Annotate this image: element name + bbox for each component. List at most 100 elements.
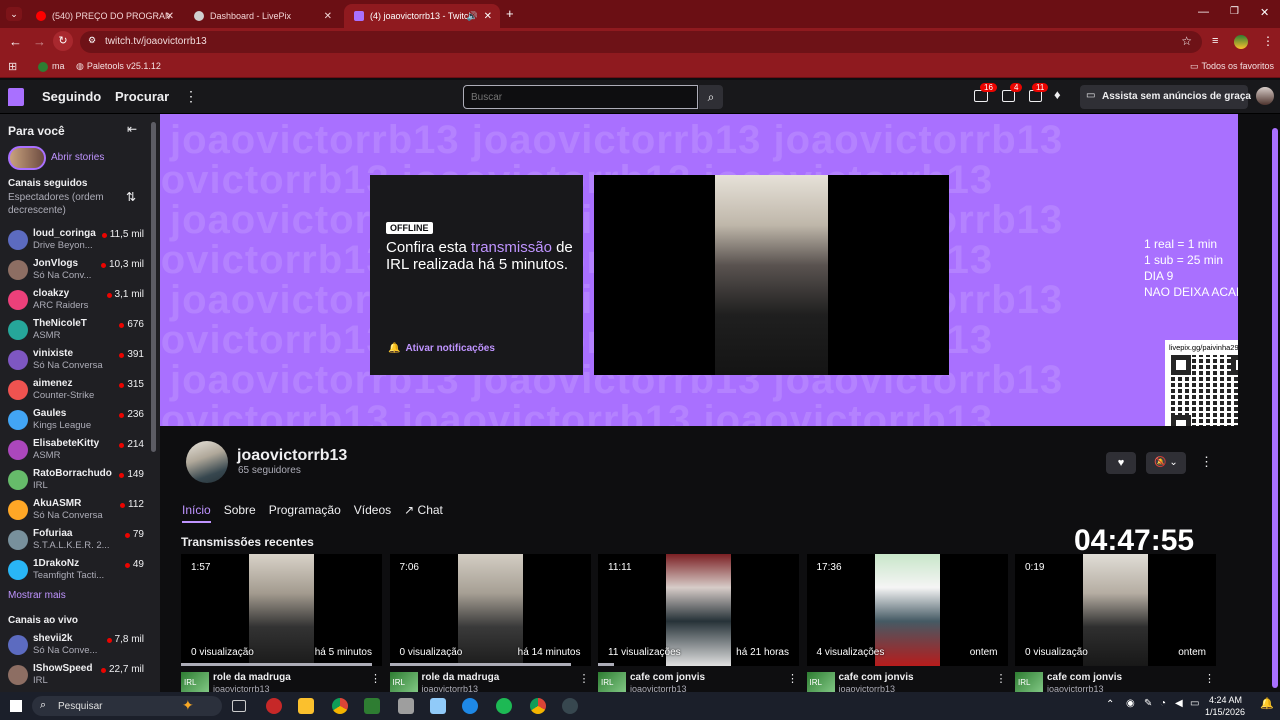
audio-icon[interactable]: 🔊 <box>467 11 478 22</box>
twitch-logo-icon[interactable] <box>8 88 24 106</box>
offline-video-preview[interactable] <box>594 175 949 375</box>
tab-chat[interactable]: ↗ Chat <box>404 503 443 523</box>
video-channel[interactable]: joaovictorrb13 <box>213 684 270 692</box>
notify-button[interactable]: 🔔 Ativar notificações <box>388 343 495 354</box>
ad-free-button[interactable]: ▭ Assista sem anúncios de graça <box>1080 85 1251 109</box>
tab-about[interactable]: Sobre <box>224 503 256 523</box>
app-icon-green[interactable] <box>364 698 380 714</box>
video-channel[interactable]: joaovictorrb13 <box>630 684 687 692</box>
sidebar-channel[interactable]: JonVlogs Só Na Conv... 10,3 mil <box>0 256 160 286</box>
sidebar-channel[interactable]: IShowSpeed IRL 22,7 mil <box>0 661 160 691</box>
video-card[interactable]: 7:06 0 visualização há 14 minutos <box>389 554 591 666</box>
crown-icon[interactable]: ♦ <box>1054 87 1061 102</box>
more-options-icon[interactable]: ⋮ <box>1200 454 1213 470</box>
taskbar-search[interactable]: ⌕ Pesquisar ✦ <box>32 696 222 716</box>
sidebar-channel[interactable]: cloakzy ARC Raiders 3,1 mil <box>0 286 160 316</box>
video-title[interactable]: cafe com jonvis <box>839 672 914 683</box>
video-card[interactable]: 11:11 11 visualizações há 21 horas <box>598 554 799 666</box>
new-tab-button[interactable]: + <box>506 6 514 21</box>
sidebar-channel[interactable]: TheNicoleT ASMR 676 <box>0 316 160 346</box>
channel-avatar[interactable] <box>186 441 228 483</box>
video-channel[interactable]: joaovictorrb13 <box>839 684 896 692</box>
irl-category-icon[interactable]: IRL <box>389 672 418 692</box>
app-icon-gray[interactable] <box>398 698 414 714</box>
restore-button[interactable]: ❐ <box>1230 6 1239 17</box>
sidebar-channel[interactable]: ElisabeteKitty ASMR 214 <box>0 436 160 466</box>
tab-schedule[interactable]: Programação <box>269 503 341 523</box>
wifi-icon[interactable]: ◔ <box>1160 698 1166 709</box>
close-window-button[interactable]: ✕ <box>1260 6 1269 19</box>
sidebar-channel[interactable]: loud_coringa Drive Beyon... 11,5 mil <box>0 226 160 256</box>
battery-icon[interactable]: ▭ <box>1190 698 1199 709</box>
apps-icon[interactable]: ⊞ <box>8 60 17 73</box>
sidebar-channel[interactable]: 1DrakoNz Teamfight Tacti... 49 <box>0 556 160 586</box>
sort-icon[interactable]: ⇅ <box>126 190 136 204</box>
tab-home[interactable]: Início <box>182 503 211 523</box>
volume-icon[interactable]: ◀ <box>1175 698 1183 709</box>
media-icon[interactable]: ≡ <box>1212 35 1218 47</box>
irl-category-icon[interactable]: IRL <box>181 672 209 692</box>
nav-browse[interactable]: Procurar <box>115 89 169 104</box>
all-bookmarks[interactable]: ▭ Todos os favoritos <box>1190 61 1274 72</box>
video-menu-icon[interactable]: ⋮ <box>579 672 590 685</box>
file-explorer-icon[interactable] <box>298 698 314 714</box>
video-channel[interactable]: joaovictorrb13 <box>422 684 479 692</box>
video-menu-icon[interactable]: ⋮ <box>996 672 1007 685</box>
notepad-icon[interactable] <box>430 698 446 714</box>
address-bar[interactable]: ⚙ twitch.tv/joaovictorrb13 ☆ <box>80 31 1202 53</box>
tab-youtube[interactable]: (540) PREÇO DO PROGRAMA N ✕ <box>26 4 182 28</box>
close-tab-icon[interactable]: ✕ <box>484 11 492 22</box>
search-input[interactable] <box>463 85 698 109</box>
tab-twitch[interactable]: (4) joaovictorrb13 - Twitch 🔊 ✕ <box>344 4 500 28</box>
tab-search-icon[interactable]: ⌄ <box>6 7 22 21</box>
notification-center-icon[interactable]: 🔔 <box>1260 697 1274 710</box>
chrome-profile-icon[interactable] <box>530 698 546 714</box>
video-card[interactable]: 1:57 0 visualização há 5 minutos <box>181 554 382 666</box>
collapse-sidebar-icon[interactable]: ⇤ <box>127 122 137 136</box>
sidebar-channel[interactable]: Fofuriaa S.T.A.L.K.E.R. 2... 79 <box>0 526 160 556</box>
notification-settings-button[interactable]: 🔕 ⌄ <box>1146 452 1186 474</box>
bookmark-ma[interactable]: ma <box>38 61 65 72</box>
video-card[interactable]: 0:19 0 visualização ontem <box>1015 554 1216 666</box>
start-icon[interactable] <box>10 700 22 712</box>
chrome-icon[interactable] <box>332 698 348 714</box>
close-tab-icon[interactable]: ✕ <box>166 11 174 22</box>
page-scroll-thumb[interactable] <box>1272 128 1278 688</box>
page-scrollbar[interactable] <box>1270 114 1280 692</box>
menu-icon[interactable]: ⋮ <box>1262 34 1274 48</box>
video-card[interactable]: 17:36 4 visualizações ontem <box>806 554 1008 666</box>
video-menu-icon[interactable]: ⋮ <box>1204 672 1215 685</box>
video-menu-icon[interactable]: ⋮ <box>787 672 798 685</box>
irl-category-icon[interactable]: IRL <box>1015 672 1043 692</box>
nav-following[interactable]: Seguindo <box>42 89 101 104</box>
clock-date[interactable]: 1/15/2026 <box>1205 707 1245 717</box>
tab-videos[interactable]: Vídeos <box>354 503 391 523</box>
stories-button[interactable]: Abrir stories <box>8 146 148 170</box>
edge-icon[interactable] <box>462 698 478 714</box>
bookmark-star-icon[interactable]: ☆ <box>1181 34 1192 48</box>
sidebar-channel[interactable]: aimenez Counter-Strike 315 <box>0 376 160 406</box>
sidebar-channel[interactable]: RatoBorrachudo IRL 149 <box>0 466 160 496</box>
bookmark-paletools[interactable]: ◍ Paletools v25.1.12 <box>76 61 161 72</box>
video-menu-icon[interactable]: ⋮ <box>370 672 381 685</box>
sidebar-channel[interactable]: vinixiste Só Na Conversa 391 <box>0 346 160 376</box>
site-info-icon[interactable]: ⚙ <box>88 35 96 46</box>
url-text[interactable]: twitch.tv/joaovictorrb13 <box>105 36 207 47</box>
spotify-icon[interactable] <box>496 698 512 714</box>
minimize-button[interactable]: — <box>1198 6 1209 18</box>
profile-icon[interactable] <box>1234 35 1248 49</box>
follow-button[interactable]: ♥ <box>1106 452 1136 474</box>
sidebar-channel[interactable]: shevii2k Só Na Conve... 7,8 mil <box>0 631 160 661</box>
video-title[interactable]: cafe com jonvis <box>1047 672 1122 683</box>
show-more-link[interactable]: Mostrar mais <box>8 590 66 601</box>
video-title[interactable]: role da madruga <box>422 672 500 683</box>
user-avatar[interactable] <box>1256 87 1274 105</box>
irl-category-icon[interactable]: IRL <box>806 672 835 692</box>
tray-pen-icon[interactable]: ✎ <box>1144 698 1152 709</box>
sidebar-channel[interactable]: AkuASMR Só Na Conversa 112 <box>0 496 160 526</box>
close-tab-icon[interactable]: ✕ <box>324 11 332 22</box>
app-icon-red[interactable] <box>266 698 282 714</box>
tray-chevron-icon[interactable]: ⌃ <box>1106 699 1114 710</box>
video-channel[interactable]: joaovictorrb13 <box>1047 684 1104 692</box>
forward-icon[interactable]: → <box>33 34 46 49</box>
